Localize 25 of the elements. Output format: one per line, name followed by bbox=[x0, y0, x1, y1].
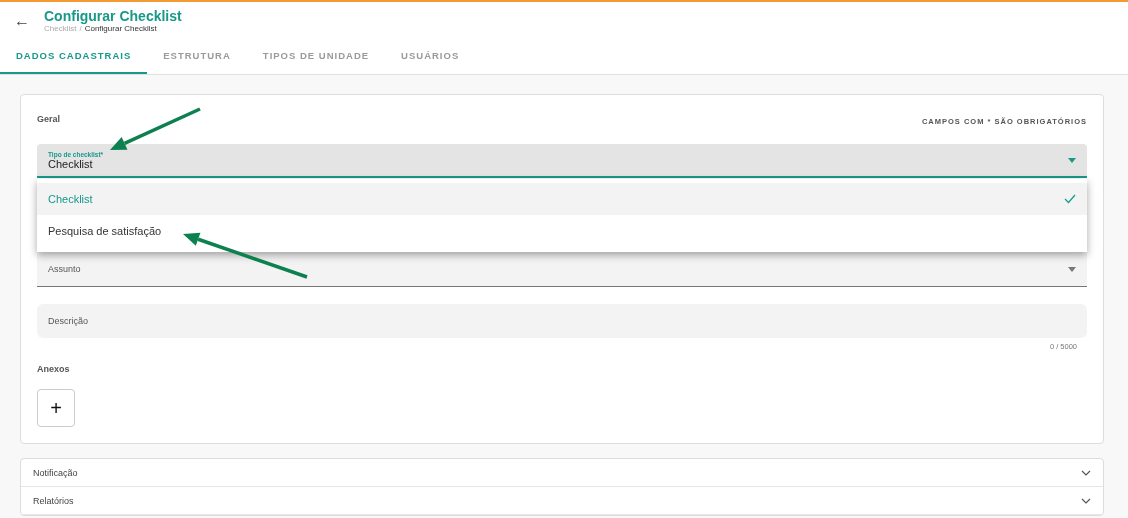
chevron-icon bbox=[1081, 497, 1091, 504]
option-label: Checklist bbox=[48, 193, 93, 205]
page-title: Configurar Checklist bbox=[44, 8, 182, 24]
dropdown-caret-icon bbox=[1068, 157, 1076, 163]
field-placeholder: Assunto bbox=[48, 264, 81, 274]
option-label: Pesquisa de satisfação bbox=[48, 225, 162, 237]
field-placeholder: Descrição bbox=[48, 316, 88, 326]
section-title: Geral bbox=[37, 113, 60, 124]
check-icon bbox=[1064, 194, 1076, 204]
expansion-panel[interactable]: Notificação bbox=[21, 459, 1103, 487]
back-button[interactable]: ← bbox=[14, 11, 30, 30]
chevron-icon bbox=[1081, 469, 1091, 476]
dropdown-caret-icon bbox=[1068, 266, 1076, 272]
field-value: Checklist bbox=[48, 157, 94, 170]
add-attachment-button[interactable]: + bbox=[37, 389, 75, 427]
dropdown-option[interactable]: Pesquisa de satisfação bbox=[37, 215, 1087, 247]
breadcrumb-item: Configurar Checklist bbox=[84, 24, 157, 33]
subject-select[interactable]: Assunto bbox=[37, 252, 1087, 287]
panel-title: Notificação bbox=[33, 467, 78, 478]
expansion-panel[interactable]: Relatórios bbox=[21, 487, 1103, 515]
description-field[interactable]: Descrição bbox=[37, 304, 1087, 338]
tab[interactable]: DADOS CADASTRAIS bbox=[0, 43, 148, 74]
panel-title: Relatórios bbox=[33, 495, 74, 506]
breadcrumb-separator: / bbox=[79, 24, 82, 33]
section-title: Anexos bbox=[37, 364, 71, 374]
